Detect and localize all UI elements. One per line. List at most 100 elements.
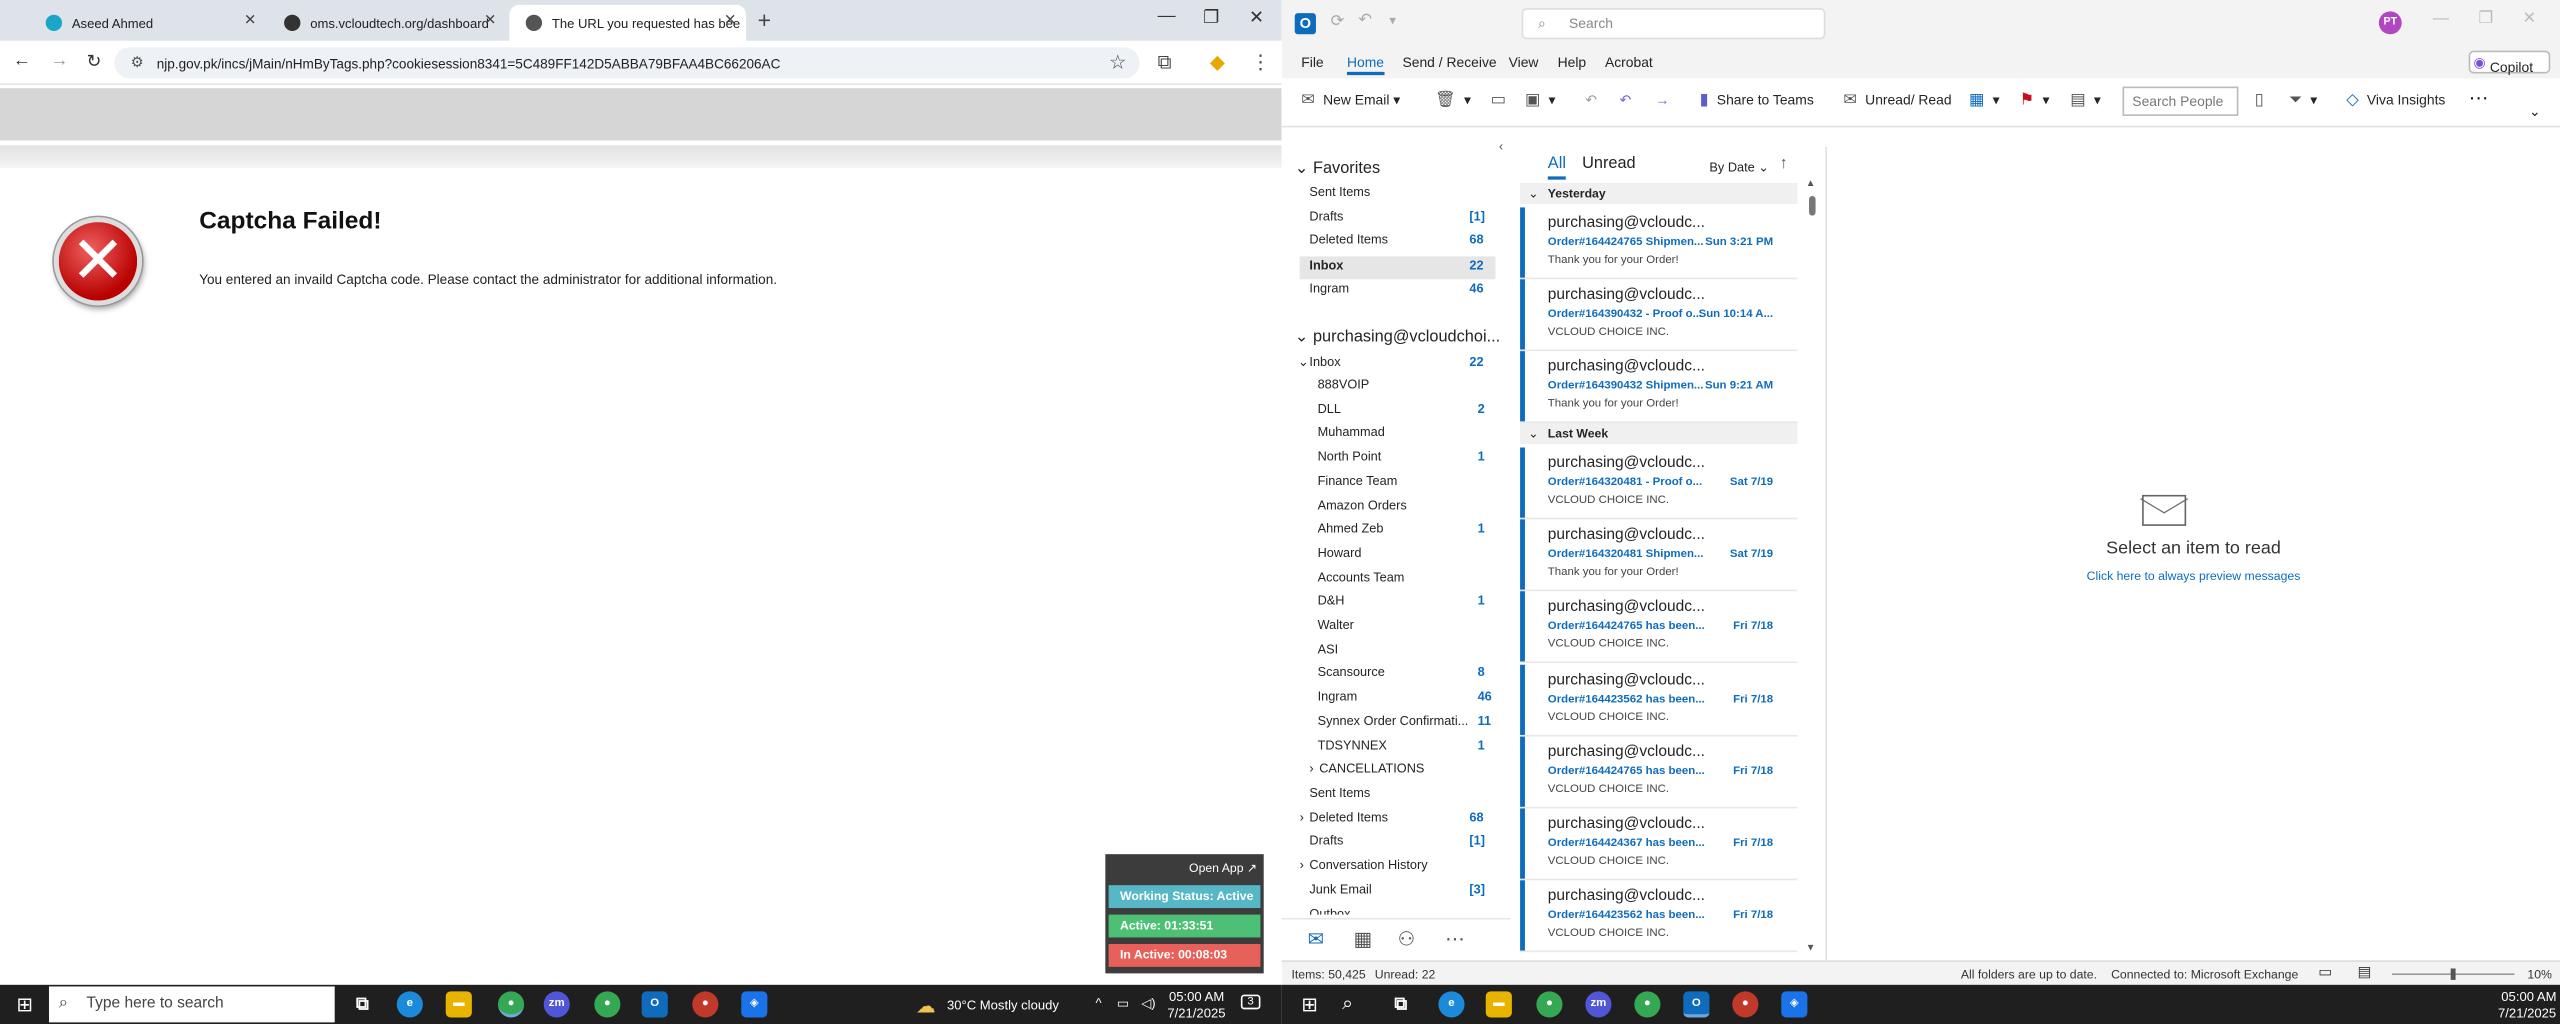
message-item[interactable]: purchasing@vcloudc... Order#164424765 Shi… <box>1520 207 1798 280</box>
outlook-taskbar-icon[interactable]: O <box>641 991 668 1018</box>
subfolder-item[interactable]: TDSYNNEX 1 <box>1282 737 1494 760</box>
file-explorer-icon[interactable]: ▬ <box>445 991 472 1018</box>
menu-help[interactable]: Help <box>1558 54 1587 70</box>
chevron-right-icon[interactable]: › <box>1300 858 1304 873</box>
avatar[interactable]: PT <box>2378 11 2402 35</box>
account-folder-item[interactable]: › Conversation History <box>1282 858 1494 881</box>
windows-start-icon[interactable]: ⊞ <box>1301 993 1317 1016</box>
extensions-icon[interactable]: ⧉ <box>1158 51 1172 75</box>
move-button[interactable]: ▣ ▾ <box>1525 91 1556 109</box>
calendar-icon[interactable]: ▦ <box>1354 928 1373 951</box>
restore-icon[interactable]: ❐ <box>1203 7 1219 28</box>
normal-view-icon[interactable]: ▭ <box>2318 964 2332 982</box>
chrome-icon[interactable]: ● <box>1536 991 1563 1018</box>
address-book-button[interactable]: ▯ <box>2255 91 2272 109</box>
chevron-right-icon[interactable]: › <box>1309 761 1313 776</box>
edge-icon[interactable]: e <box>396 991 423 1018</box>
message-item[interactable]: purchasing@vcloudc... Order#164320481 - P… <box>1520 447 1798 520</box>
subfolder-item[interactable]: D&H 1 <box>1282 593 1494 616</box>
scrollbar-thumb[interactable] <box>1809 195 1816 216</box>
volume-icon[interactable]: ◁) <box>1141 996 1155 1011</box>
subfolder-item[interactable]: DLL 2 <box>1282 401 1494 424</box>
open-app-link[interactable]: Open App ↗ <box>1189 861 1257 876</box>
search-people-input[interactable]: Search People <box>2122 86 2239 116</box>
menu-file[interactable]: File <box>1301 54 1323 70</box>
fav-drafts[interactable]: Drafts [1] <box>1282 209 1494 232</box>
menu-view[interactable]: View <box>1509 54 1539 70</box>
fav-inbox[interactable]: Inbox 22 <box>1299 256 1496 280</box>
reload-icon[interactable]: ↻ <box>87 51 102 72</box>
tab-aseed-ahmed[interactable]: Aseed Ahmed ✕ <box>29 5 266 41</box>
taskbar-date[interactable]: 7/21/2025 <box>2498 1006 2556 1021</box>
taskbar-search-input[interactable]: ⌕ Type here to search <box>48 986 335 1023</box>
tab-unread[interactable]: Unread <box>1582 155 1636 173</box>
reply-button[interactable]: ↶ <box>1585 91 1597 109</box>
subfolder-item[interactable]: Howard <box>1282 545 1494 568</box>
scroll-down-icon[interactable]: ▼ <box>1806 944 1816 954</box>
chevron-right-icon[interactable]: › <box>1300 810 1304 825</box>
subfolder-item[interactable]: ASI <box>1282 641 1494 664</box>
people-icon[interactable]: ⚇ <box>1398 928 1416 951</box>
share-to-teams-button[interactable]: ▮ Share to Teams <box>1700 91 1814 109</box>
outlook-search-box[interactable]: ⌕ Search <box>1521 8 1826 40</box>
fav-deleted-items[interactable]: Deleted Items 68 <box>1282 232 1494 255</box>
tab-url-requested[interactable]: The URL you requested has bee ✕ <box>509 4 747 41</box>
tab-all[interactable]: All <box>1547 155 1566 180</box>
menu-home[interactable]: Home <box>1346 54 1385 76</box>
windows-start-icon[interactable]: ⊞ <box>16 993 32 1016</box>
close-tab-icon[interactable]: ✕ <box>484 11 496 29</box>
network-icon[interactable]: ▭ <box>1117 996 1129 1011</box>
delete-button[interactable]: 🗑 ▾ <box>1435 91 1471 109</box>
unread-read-button[interactable]: ✉ Unread/ Read <box>1843 91 1951 109</box>
categorize-button[interactable]: ▦ ▾ <box>1969 91 2000 109</box>
tab-oms-dashboard[interactable]: oms.vcloudtech.org/dashboard ✕ <box>268 5 506 41</box>
taskbar-time[interactable]: 05:00 AM <box>2501 990 2556 1005</box>
close-tab-icon[interactable]: ✕ <box>244 11 256 29</box>
task-view-icon[interactable]: ⧉ <box>349 991 375 1017</box>
zoom-app-icon[interactable]: zm <box>1585 991 1612 1018</box>
sort-by-dropdown[interactable]: By Date ⌄ <box>1709 160 1769 175</box>
rules-button[interactable]: ▤ ▾ <box>2070 91 2101 109</box>
date-group-header[interactable]: ⌄ Yesterday <box>1520 182 1798 205</box>
subfolder-item[interactable]: North Point 1 <box>1282 449 1494 472</box>
notification-badge[interactable]: 3 <box>1240 994 1261 1010</box>
task-view-icon[interactable]: ⧉ <box>1388 991 1414 1017</box>
subfolder-item[interactable]: Ahmed Zeb 1 <box>1282 521 1494 544</box>
app-icon[interactable]: ◈ <box>741 991 768 1018</box>
favorites-header[interactable]: ⌄ Favorites <box>1295 160 1507 183</box>
subfolder-item[interactable]: Finance Team <box>1282 473 1494 496</box>
filter-button[interactable]: ⏷ ▾ <box>2289 91 2317 109</box>
mail-icon[interactable]: ✉ <box>1308 928 1324 951</box>
subfolder-item[interactable]: Accounts Team <box>1282 569 1494 592</box>
weather-text[interactable]: 30°C Mostly cloudy <box>947 998 1059 1013</box>
fav-ingram[interactable]: Ingram 46 <box>1282 281 1494 304</box>
zoom-slider-thumb[interactable] <box>2450 968 2456 980</box>
close-tab-icon[interactable]: ✕ <box>724 11 736 29</box>
message-item[interactable]: purchasing@vcloudc... Order#164423562 has… <box>1520 880 1798 953</box>
undo-icon[interactable]: ↶ <box>1358 11 1372 29</box>
sort-direction-icon[interactable]: ↑ <box>1780 155 1788 173</box>
zoom-app-icon[interactable]: zm <box>543 991 570 1018</box>
subfolder-item[interactable]: › CANCELLATIONS <box>1282 761 1494 784</box>
fav-sent-items[interactable]: Sent Items <box>1282 185 1494 208</box>
account-header[interactable]: ⌄ purchasing@vcloudchoi... <box>1295 328 1507 351</box>
minimize-icon[interactable]: — <box>2433 10 2449 28</box>
site-info-icon[interactable]: ⚙ <box>131 54 144 72</box>
address-bar[interactable]: ⚙ njp.gov.pk/incs/jMain/nHmByTags.php?co… <box>114 47 1140 79</box>
chrome-profile-icon[interactable]: ● <box>594 991 621 1018</box>
new-tab-icon[interactable]: + <box>758 7 771 33</box>
forward-button[interactable]: → <box>1656 91 1670 107</box>
date-group-header[interactable]: ⌄ Last Week <box>1520 422 1798 445</box>
bookmark-star-icon[interactable]: ☆ <box>1109 51 1127 74</box>
profile-extension-icon[interactable]: ◆ <box>1210 51 1225 74</box>
archive-button[interactable]: ▭ <box>1491 91 1515 109</box>
minimize-icon[interactable]: — <box>1158 7 1176 27</box>
close-window-icon[interactable]: ✕ <box>2523 10 2537 28</box>
app-icon[interactable]: ◈ <box>1781 991 1808 1018</box>
menu-acrobat[interactable]: Acrobat <box>1605 54 1653 70</box>
always-preview-link[interactable]: Click here to always preview messages <box>1827 568 2560 583</box>
new-email-button[interactable]: ✉ New Email ▾ <box>1301 91 1400 109</box>
close-window-icon[interactable]: ✕ <box>1249 7 1264 28</box>
chrome-alt-icon[interactable]: ● <box>1732 991 1759 1018</box>
reading-view-icon[interactable]: ▤ <box>2358 964 2372 982</box>
